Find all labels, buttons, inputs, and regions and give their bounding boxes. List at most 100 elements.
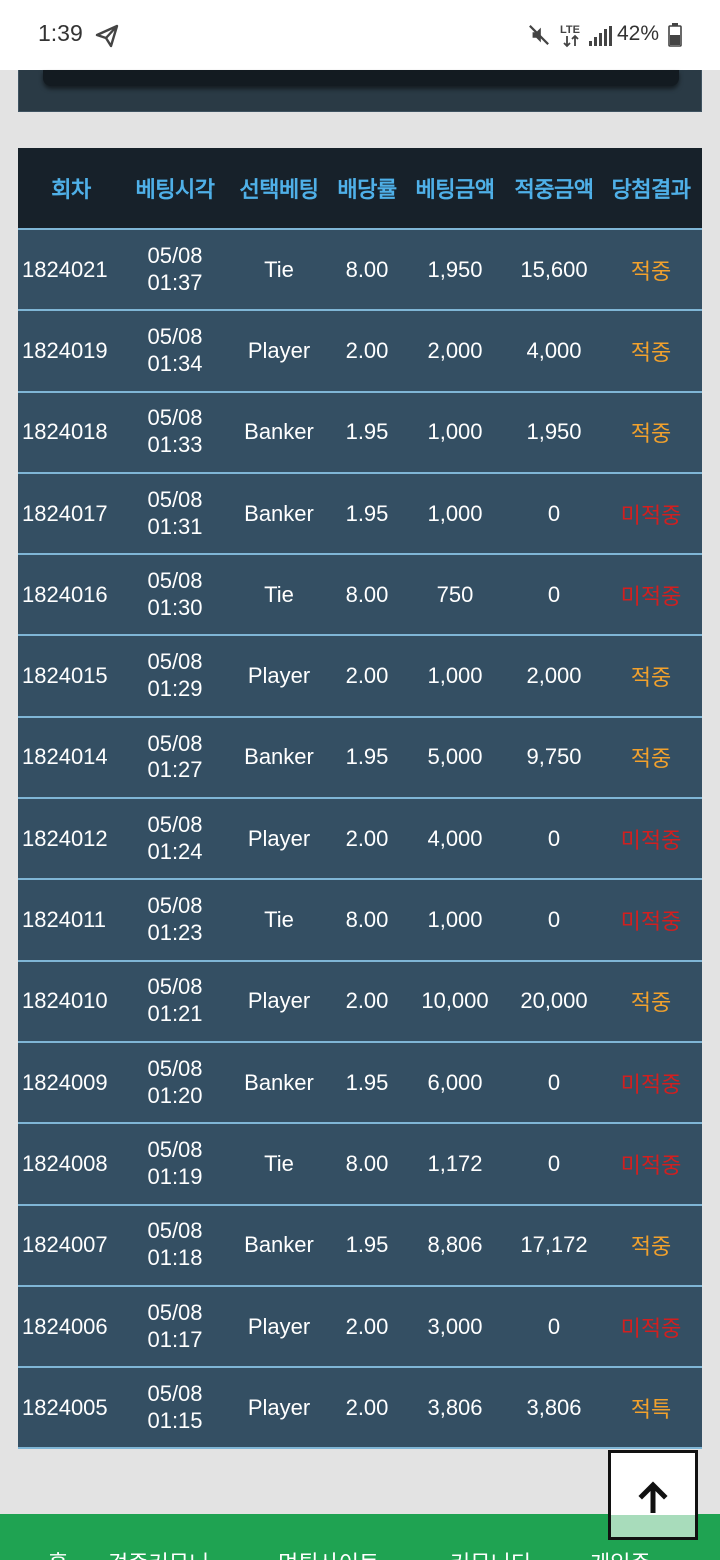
cell-odds: 8.00: [332, 553, 402, 636]
cell-win-amount: 1,950: [508, 390, 600, 473]
arrow-up-icon: [638, 1481, 668, 1513]
cell-result: 적중: [600, 634, 702, 717]
cell-pick: Player: [226, 634, 332, 717]
cell-odds: 8.00: [332, 1122, 402, 1205]
header-odds: 배당률: [332, 148, 402, 229]
cell-bet-clock: 01:24: [147, 838, 203, 864]
cell-bet-time: 05/08 01:33: [124, 390, 226, 473]
cell-result: 미적중: [600, 553, 702, 636]
cell-win-amount: 2,000: [508, 634, 600, 717]
cell-odds: 1.95: [332, 1203, 402, 1286]
cell-bet-clock: 01:21: [147, 1001, 203, 1027]
cell-bet-clock: 01:23: [147, 920, 203, 946]
battery-icon: [668, 23, 682, 47]
cell-bet-time: 05/08 01:29: [124, 634, 226, 717]
cell-odds: 1.95: [332, 715, 402, 799]
table-row: 1824017 05/08 01:31 Banker 1.95 1,000 0 미적중: [18, 471, 702, 555]
cell-round: 1824005: [18, 1366, 124, 1450]
svg-text:LTE: LTE: [560, 24, 580, 36]
cell-bet-date: 05/08: [147, 1055, 203, 1081]
cell-bet-amount: 1,000: [402, 471, 508, 555]
footer-nav-scam-sites[interactable]: 먹튀사이트: [278, 1546, 379, 1560]
cell-round: 1824006: [18, 1284, 124, 1368]
cell-odds: 8.00: [332, 878, 402, 961]
cell-pick: Tie: [226, 878, 332, 961]
cell-bet-amount: 750: [402, 553, 508, 636]
cell-bet-clock: 01:20: [147, 1082, 203, 1108]
table-row: 1824011 05/08 01:23 Tie 8.00 1,000 0 미적중: [18, 878, 702, 961]
header-bet-time: 베팅시각: [124, 148, 226, 229]
footer-nav-community[interactable]: 커뮤니티: [450, 1546, 531, 1560]
cell-bet-date: 05/08: [147, 893, 203, 919]
telegram-send-icon: [95, 24, 119, 48]
cell-result: 미적중: [600, 797, 702, 880]
cell-round: 1824009: [18, 1040, 124, 1124]
table-row: 1824008 05/08 01:19 Tie 8.00 1,172 0 미적중: [18, 1122, 702, 1205]
cell-bet-time: 05/08 01:20: [124, 1040, 226, 1124]
footer-nav-verify[interactable]: 검증커뮤니: [108, 1546, 209, 1560]
cell-bet-date: 05/08: [147, 1299, 203, 1325]
cell-bet-amount: 1,000: [402, 878, 508, 961]
cell-bet-date: 05/08: [147, 1137, 203, 1163]
cell-bet-time: 05/08 01:37: [124, 227, 226, 311]
header-result: 당첨결과: [600, 148, 702, 229]
table-row: 1824014 05/08 01:27 Banker 1.95 5,000 9,750 적중: [18, 715, 702, 799]
table-row: 1824018 05/08 01:33 Banker 1.95 1,000 1,950 적중: [18, 390, 702, 473]
cell-bet-time: 05/08 01:31: [124, 471, 226, 555]
cell-bet-date: 05/08: [147, 974, 203, 1000]
bet-history-table: 회차 베팅시각 선택베팅 배당률 베팅금액 적중금액 당첨결과 1824021 0…: [18, 148, 702, 1450]
cell-round: 1824014: [18, 715, 124, 799]
cell-bet-amount: 1,000: [402, 634, 508, 717]
table-row: 1824015 05/08 01:29 Player 2.00 1,000 2,000 적중: [18, 634, 702, 717]
status-bar: 1:39 LTE 42%: [0, 0, 720, 70]
cell-result: 적중: [600, 959, 702, 1042]
cell-round: 1824017: [18, 471, 124, 555]
cell-win-amount: 0: [508, 1122, 600, 1205]
cell-pick: Player: [226, 797, 332, 880]
cell-result: 적특: [600, 1366, 702, 1450]
cell-bet-date: 05/08: [147, 405, 203, 431]
cell-bet-clock: 01:30: [147, 594, 203, 620]
cell-bet-time: 05/08 01:19: [124, 1122, 226, 1205]
scroll-top-button[interactable]: [608, 1450, 698, 1540]
header-pick: 선택베팅: [226, 148, 332, 229]
cell-bet-clock: 01:34: [147, 350, 203, 376]
cell-bet-date: 05/08: [147, 730, 203, 756]
cell-bet-clock: 01:37: [147, 269, 203, 295]
cell-win-amount: 0: [508, 797, 600, 880]
cell-round: 1824011: [18, 878, 124, 961]
table-row: 1824016 05/08 01:30 Tie 8.00 750 0 미적중: [18, 553, 702, 636]
cell-round: 1824012: [18, 797, 124, 880]
footer-nav-game-zone[interactable]: 게임존: [590, 1546, 651, 1560]
cell-bet-amount: 5,000: [402, 715, 508, 799]
cell-bet-date: 05/08: [147, 568, 203, 593]
cell-win-amount: 0: [508, 553, 600, 636]
cell-bet-date: 05/08: [147, 324, 203, 350]
cell-bet-time: 05/08 01:23: [124, 878, 226, 961]
cell-bet-clock: 01:17: [147, 1326, 203, 1352]
mute-icon: [529, 25, 549, 45]
cell-pick: Banker: [226, 1040, 332, 1124]
cell-pick: Banker: [226, 1203, 332, 1286]
status-time: 1:39: [38, 20, 83, 46]
cell-bet-date: 05/08: [147, 242, 203, 268]
cell-odds: 2.00: [332, 959, 402, 1042]
cell-round: 1824007: [18, 1203, 124, 1286]
table-row: 1824007 05/08 01:18 Banker 1.95 8,806 17,172 적중: [18, 1203, 702, 1286]
cell-result: 미적중: [600, 471, 702, 555]
cell-result: 적중: [600, 715, 702, 799]
cell-bet-time: 05/08 01:24: [124, 797, 226, 880]
cell-pick: Player: [226, 1366, 332, 1450]
cell-bet-date: 05/08: [147, 486, 203, 512]
cell-bet-time: 05/08 01:30: [124, 553, 226, 636]
cell-win-amount: 9,750: [508, 715, 600, 799]
cell-win-amount: 15,600: [508, 227, 600, 311]
cell-win-amount: 0: [508, 471, 600, 555]
cell-odds: 2.00: [332, 634, 402, 717]
cell-result: 미적중: [600, 1040, 702, 1124]
cell-pick: Tie: [226, 553, 332, 636]
footer-nav-home[interactable]: 홈: [48, 1546, 68, 1560]
cell-round: 1824019: [18, 309, 124, 392]
cell-win-amount: 3,806: [508, 1366, 600, 1450]
cell-win-amount: 20,000: [508, 959, 600, 1042]
